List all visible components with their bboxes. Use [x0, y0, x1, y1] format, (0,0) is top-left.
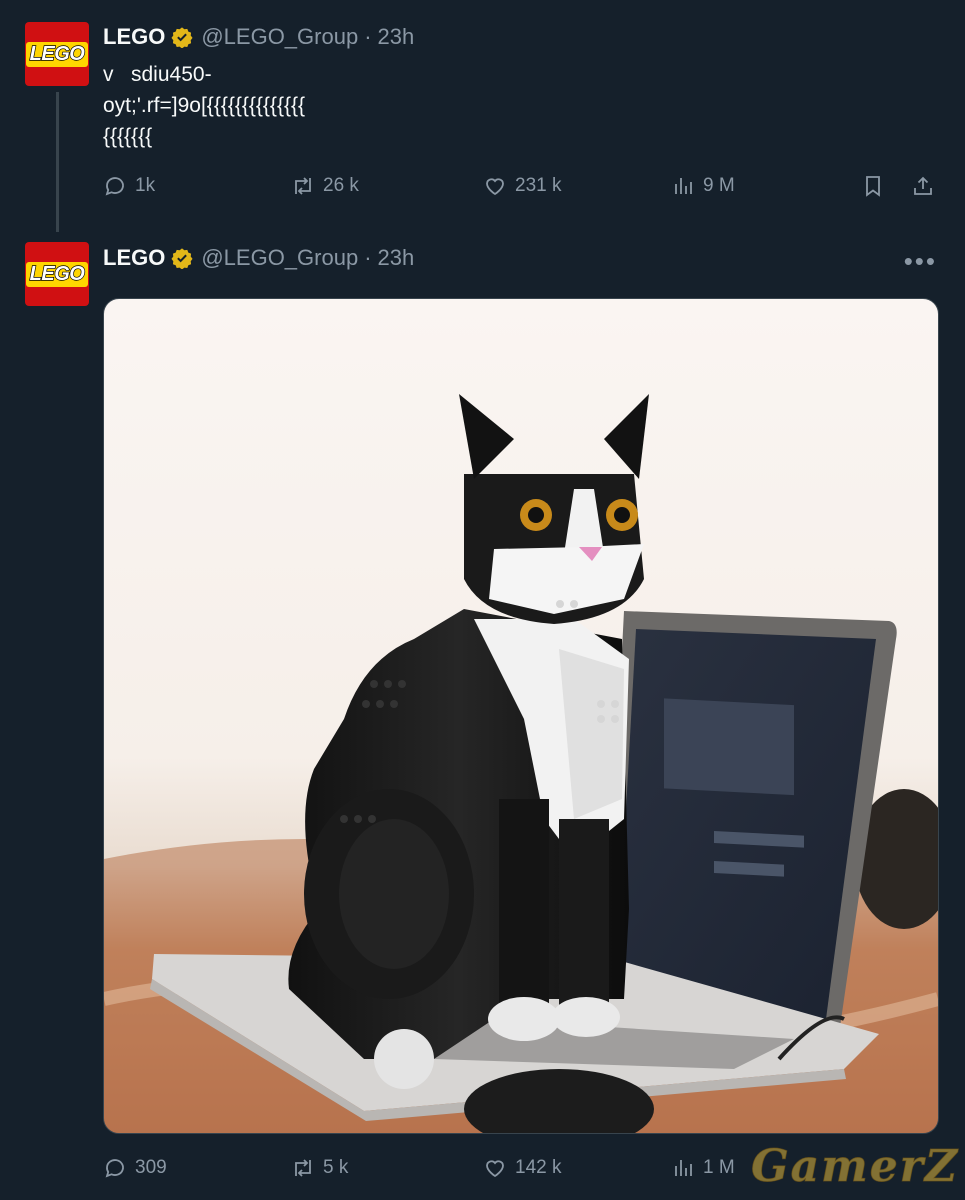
retweet-button[interactable]: 5 k — [291, 1156, 348, 1180]
lego-cat-photo — [104, 394, 938, 1133]
retweet-icon — [295, 1159, 311, 1177]
retweet-icon — [295, 177, 311, 195]
views-icon — [675, 1160, 692, 1176]
tweet-1[interactable]: LEGO LEGO @LEGO_Group · 23h v sdiu450- o… — [0, 0, 965, 236]
lego-logo: LEGO — [25, 261, 89, 287]
reply-button[interactable]: 309 — [103, 1156, 167, 1180]
author-name[interactable]: LEGO — [103, 245, 165, 271]
views-icon — [675, 178, 692, 194]
bookmark-button[interactable] — [861, 174, 893, 198]
reply-count: 1k — [135, 175, 156, 196]
more-icon[interactable]: ••• — [904, 248, 937, 274]
avatar[interactable]: LEGO — [25, 242, 89, 306]
like-count: 142 k — [515, 1157, 562, 1178]
timestamp[interactable]: 23h — [378, 245, 415, 271]
views-button[interactable]: 9 M — [671, 174, 735, 198]
bookmark-icon — [866, 176, 880, 197]
reply-icon — [105, 177, 124, 196]
separator: · — [364, 245, 372, 270]
like-icon — [486, 1160, 504, 1178]
tweet-header: LEGO @LEGO_Group · 23h — [103, 245, 414, 271]
views-button[interactable]: 1 M — [671, 1156, 735, 1180]
verified-badge-icon — [171, 27, 193, 48]
tweet-image[interactable] — [103, 298, 939, 1134]
lego-logo: LEGO — [25, 41, 89, 67]
reply-button[interactable]: 1k — [103, 174, 155, 198]
tweet-text: v sdiu450- oyt;'.rf=]9o[{{{{{{{{{{{{{{ {… — [103, 63, 306, 148]
timestamp[interactable]: 23h — [378, 24, 415, 50]
verified-badge-icon — [171, 248, 193, 269]
tweet-header: LEGO @LEGO_Group · 23h — [103, 24, 414, 50]
action-bar: 1k 26 k 231 k 9 M — [103, 174, 945, 204]
views-count: 1 M — [703, 1157, 735, 1178]
share-button[interactable] — [911, 174, 943, 198]
reply-icon — [105, 1159, 124, 1178]
like-button[interactable]: 231 k — [483, 174, 561, 198]
views-count: 9 M — [703, 175, 735, 196]
reply-count: 309 — [135, 1157, 167, 1178]
author-handle[interactable]: @LEGO_Group — [201, 245, 358, 271]
retweet-count: 5 k — [323, 1157, 349, 1178]
thread-connector — [56, 92, 59, 232]
share-icon — [914, 176, 932, 195]
author-name[interactable]: LEGO — [103, 24, 165, 50]
like-button[interactable]: 142 k — [483, 1156, 561, 1180]
retweet-button[interactable]: 26 k — [291, 174, 359, 198]
like-icon — [486, 178, 504, 196]
author-handle[interactable]: @LEGO_Group — [201, 24, 358, 50]
watermark-logo: GamerZ — [751, 1141, 959, 1193]
like-count: 231 k — [515, 175, 562, 196]
separator: · — [364, 24, 372, 49]
retweet-count: 26 k — [323, 175, 359, 196]
avatar[interactable]: LEGO — [25, 22, 89, 86]
